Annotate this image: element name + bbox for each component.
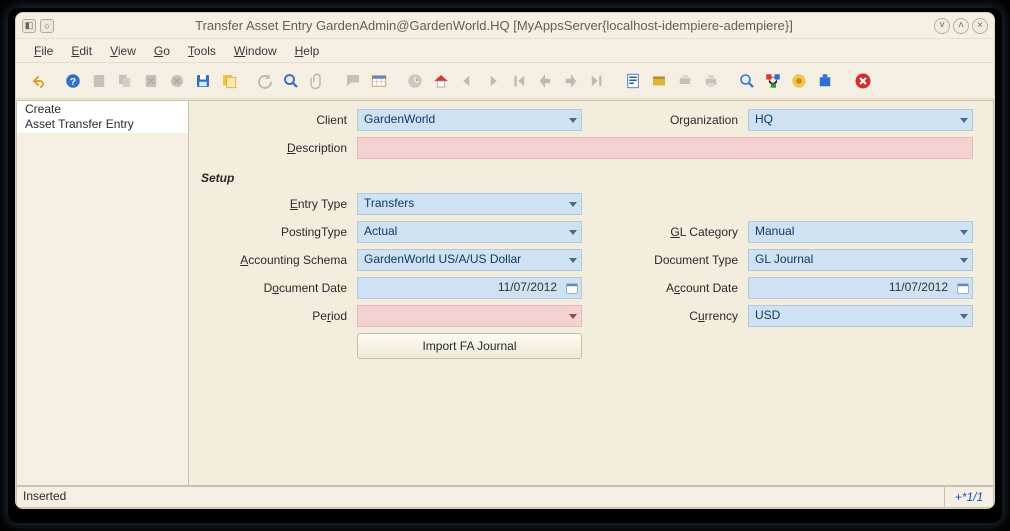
- description-field[interactable]: [357, 137, 973, 159]
- gl-category-field[interactable]: Manual: [748, 221, 973, 243]
- account-date-field[interactable]: 11/07/2012: [748, 277, 973, 299]
- section-setup: Setup: [189, 165, 973, 187]
- refresh-icon[interactable]: [254, 70, 276, 92]
- window-menu-icon[interactable]: ◧: [22, 19, 36, 33]
- account-date-calendar-icon[interactable]: [955, 280, 971, 296]
- label-document-type: Document Type: [590, 253, 740, 267]
- status-bar: Inserted +*1/1: [16, 486, 994, 508]
- posting-type-dropdown-icon[interactable]: [564, 221, 582, 243]
- toolbar: ?: [16, 63, 994, 99]
- sidebar-item-create[interactable]: Create Asset Transfer Entry: [17, 101, 188, 133]
- menu-window[interactable]: Window: [226, 42, 285, 60]
- status-message: Inserted: [16, 487, 944, 508]
- zoom-across-icon[interactable]: [736, 70, 758, 92]
- posting-type-field[interactable]: Actual: [357, 221, 582, 243]
- close-button[interactable]: ×: [972, 18, 988, 34]
- request-icon[interactable]: [788, 70, 810, 92]
- sidebar: Create Asset Transfer Entry: [16, 100, 188, 486]
- attachment-icon[interactable]: [306, 70, 328, 92]
- label-posting-type: PostingType: [189, 225, 349, 239]
- sidebar-item-label: Create: [25, 102, 180, 117]
- find-icon[interactable]: [280, 70, 302, 92]
- menu-view[interactable]: View: [102, 42, 144, 60]
- label-description: Description: [189, 141, 349, 155]
- app-window: ◧ ○ Transfer Asset Entry GardenAdmin@Gar…: [15, 12, 995, 509]
- period-field[interactable]: [357, 305, 582, 327]
- menu-help[interactable]: Help: [287, 42, 328, 60]
- exit-icon[interactable]: [850, 68, 876, 94]
- copy-record-icon[interactable]: [114, 70, 136, 92]
- archive-icon[interactable]: [648, 70, 670, 92]
- organization-dropdown-icon[interactable]: [955, 109, 973, 131]
- delete-selection-icon[interactable]: [166, 70, 188, 92]
- history-icon[interactable]: [404, 70, 426, 92]
- label-document-date: Document Date: [189, 281, 349, 295]
- nav-next-icon[interactable]: [560, 70, 582, 92]
- svg-text:?: ?: [70, 75, 76, 87]
- record-navigator[interactable]: +*1/1: [944, 487, 994, 508]
- sidebar-item-sublabel: Asset Transfer Entry: [25, 117, 180, 132]
- print-preview-icon[interactable]: [674, 70, 696, 92]
- label-organization: Organization: [590, 113, 740, 127]
- period-dropdown-icon[interactable]: [564, 305, 582, 327]
- form-panel: Client GardenWorld Organization HQ Descr…: [188, 100, 994, 486]
- menu-go[interactable]: Go: [146, 42, 178, 60]
- nav-parent-icon[interactable]: [456, 70, 478, 92]
- nav-detail-icon[interactable]: [482, 70, 504, 92]
- window-sticky-icon[interactable]: ○: [40, 19, 54, 33]
- nav-last-icon[interactable]: [586, 70, 608, 92]
- help-icon[interactable]: ?: [62, 70, 84, 92]
- product-info-icon[interactable]: [814, 70, 836, 92]
- import-fa-journal-button[interactable]: Import FA Journal: [357, 333, 582, 359]
- maximize-button[interactable]: ˄: [953, 18, 969, 34]
- report-icon[interactable]: [622, 70, 644, 92]
- accounting-schema-field[interactable]: GardenWorld US/A/US Dollar: [357, 249, 582, 271]
- label-account-date: Account Date: [590, 281, 740, 295]
- client-dropdown-icon[interactable]: [564, 109, 582, 131]
- delete-record-icon[interactable]: [140, 70, 162, 92]
- label-entry-type: Entry Type: [189, 197, 349, 211]
- menu-file[interactable]: File: [26, 42, 61, 60]
- currency-dropdown-icon[interactable]: [955, 305, 973, 327]
- document-date-calendar-icon[interactable]: [564, 280, 580, 296]
- gl-category-dropdown-icon[interactable]: [955, 221, 973, 243]
- menu-edit[interactable]: Edit: [63, 42, 100, 60]
- organization-field[interactable]: HQ: [748, 109, 973, 131]
- print-icon[interactable]: [700, 70, 722, 92]
- titlebar: ◧ ○ Transfer Asset Entry GardenAdmin@Gar…: [16, 13, 994, 39]
- document-date-field[interactable]: 11/07/2012: [357, 277, 582, 299]
- window-title: Transfer Asset Entry GardenAdmin@GardenW…: [54, 18, 934, 33]
- entry-type-dropdown-icon[interactable]: [564, 193, 582, 215]
- document-type-dropdown-icon[interactable]: [955, 249, 973, 271]
- nav-first-icon[interactable]: [508, 70, 530, 92]
- label-accounting-schema: Accounting Schema: [189, 253, 349, 267]
- grid-toggle-icon[interactable]: [368, 70, 390, 92]
- label-client: Client: [189, 113, 349, 127]
- menubar: File Edit View Go Tools Window Help: [16, 39, 994, 63]
- save-new-icon[interactable]: [218, 70, 240, 92]
- accounting-schema-dropdown-icon[interactable]: [564, 249, 582, 271]
- currency-field[interactable]: USD: [748, 305, 973, 327]
- label-gl-category: GL Category: [590, 225, 740, 239]
- new-record-icon[interactable]: [88, 70, 110, 92]
- save-icon[interactable]: [192, 70, 214, 92]
- document-type-field[interactable]: GL Journal: [748, 249, 973, 271]
- content-area: Create Asset Transfer Entry Client Garde…: [16, 99, 994, 486]
- undo-icon[interactable]: [26, 70, 48, 92]
- workflow-icon[interactable]: [762, 70, 784, 92]
- minimize-button[interactable]: ˅: [934, 18, 950, 34]
- label-currency: Currency: [590, 309, 740, 323]
- label-period: Period: [189, 309, 349, 323]
- home-icon[interactable]: [430, 70, 452, 92]
- chat-icon[interactable]: [342, 70, 364, 92]
- nav-prev-icon[interactable]: [534, 70, 556, 92]
- menu-tools[interactable]: Tools: [180, 42, 224, 60]
- entry-type-field[interactable]: Transfers: [357, 193, 582, 215]
- client-field[interactable]: GardenWorld: [357, 109, 582, 131]
